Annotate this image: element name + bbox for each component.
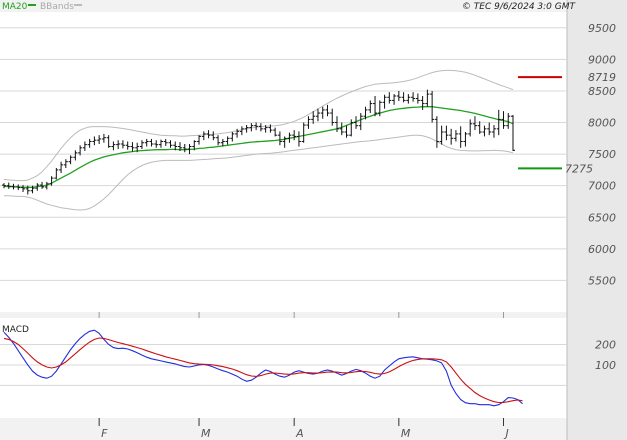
price-y-tick-label: 7500 <box>588 148 616 161</box>
price-panel <box>0 12 567 312</box>
chart-svg: 8719 7275 9500 9000 8500 8000 7500 7000 6500 600… <box>0 0 627 440</box>
price-y-tick-label: 6500 <box>588 211 616 224</box>
credit-text: © TEC 9/6/2024 3:0 GMT <box>462 2 577 12</box>
price-y-tick-label: 6000 <box>588 243 616 256</box>
macd-y-tick-label: 100 <box>595 359 616 372</box>
price-marker-label: 7275 <box>565 162 593 175</box>
price-marker-label: 8719 <box>588 71 616 84</box>
x-tick-label: F <box>101 427 108 440</box>
x-tick-label: M <box>401 427 411 440</box>
price-y-tick-label: 5500 <box>588 274 616 287</box>
macd-title: MACD <box>2 325 29 335</box>
macd-panel <box>0 318 567 418</box>
macd-y-tick-label: 200 <box>595 339 616 352</box>
price-y-tick-label: 9000 <box>588 53 616 66</box>
legend-bbands: BBands <box>40 2 74 12</box>
price-y-tick-label: 8500 <box>588 85 616 98</box>
x-tick-label: J <box>503 427 508 440</box>
legend-ma20: MA20 <box>2 2 28 12</box>
price-y-tick-label: 7000 <box>588 180 616 193</box>
price-y-tick-label: 8000 <box>588 117 616 130</box>
x-tick-label: M <box>201 427 211 440</box>
price-y-tick-label: 9500 <box>588 22 616 35</box>
stock-chart: 8719 7275 9500 9000 8500 8000 7500 7000 6500 600… <box>0 0 627 440</box>
x-tick-label: A <box>295 427 304 440</box>
